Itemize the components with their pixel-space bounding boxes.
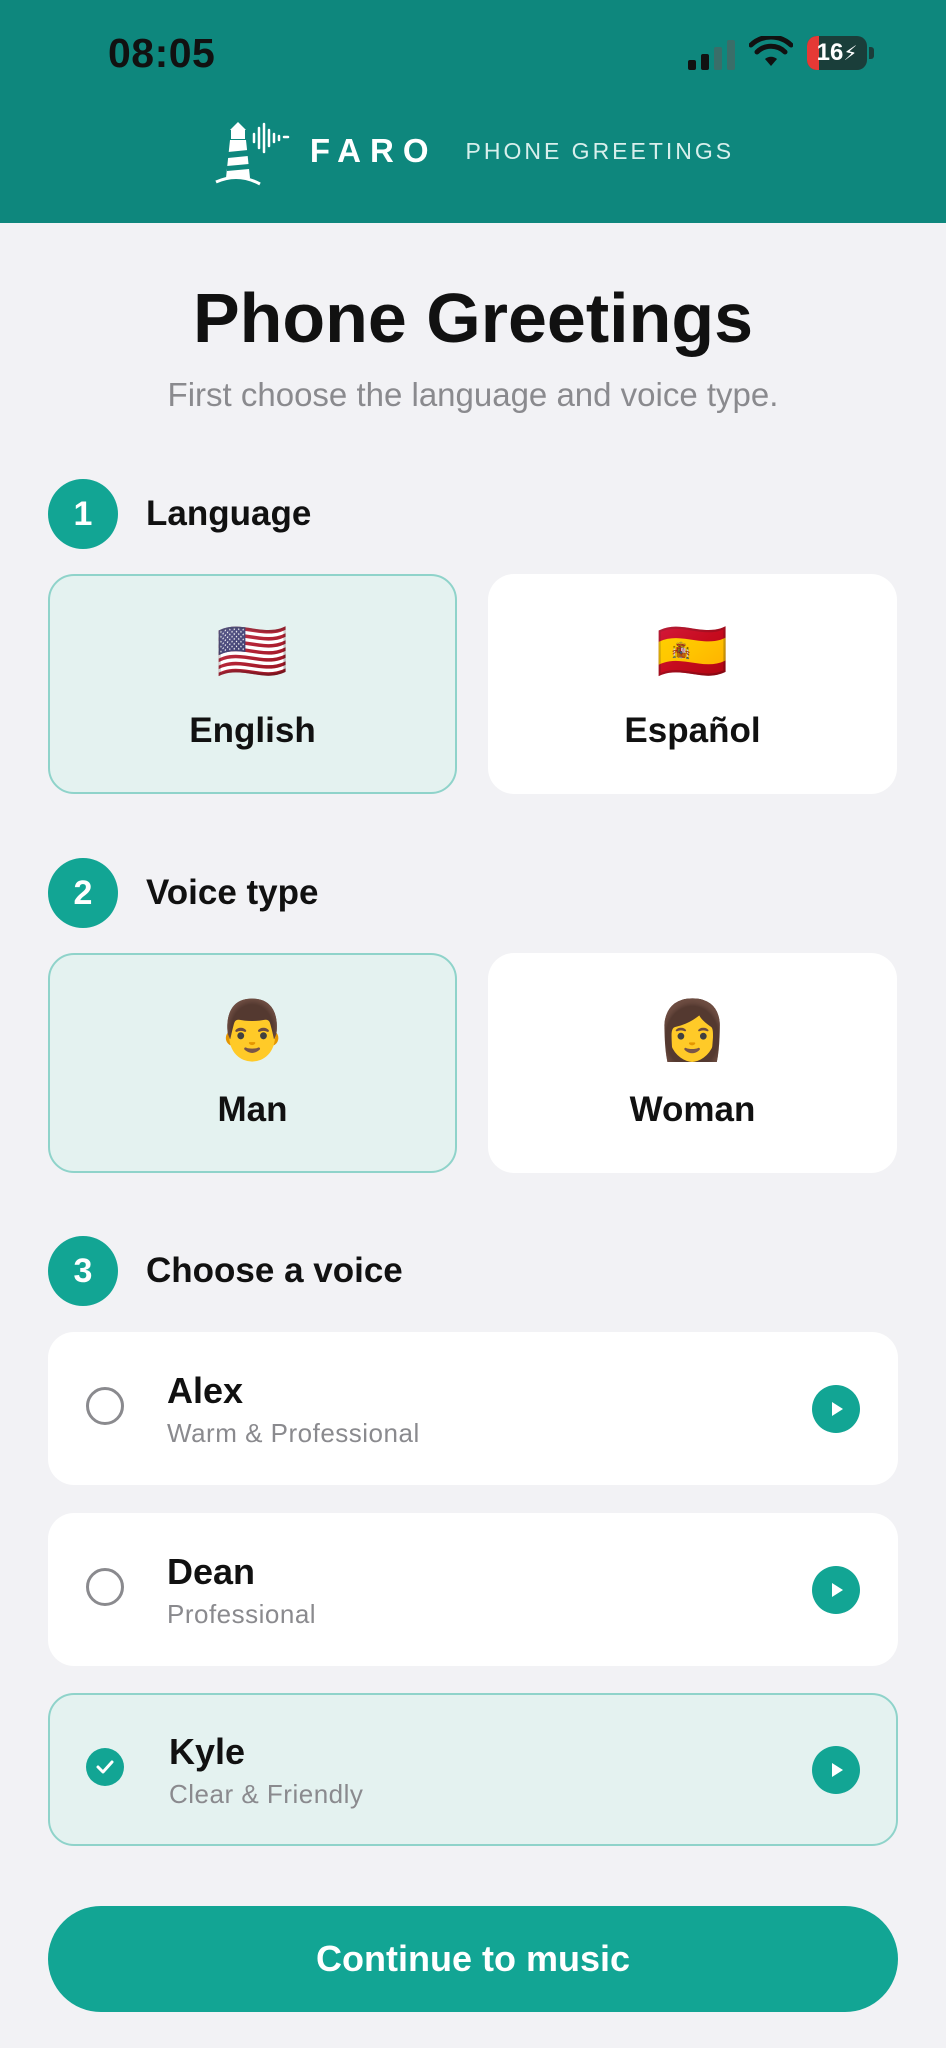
man-icon: 👨 [216, 998, 289, 1063]
us-flag-icon: 🇺🇸 [216, 619, 289, 684]
play-icon[interactable] [812, 1385, 860, 1433]
option-label: Man [217, 1090, 288, 1129]
app-header: 08:05 16 ⚡ FARO PHONE GREETINGS [0, 0, 946, 223]
step-number: 2 [48, 858, 118, 928]
step-number: 3 [48, 1236, 118, 1306]
spain-flag-icon: 🇪🇸 [656, 619, 729, 684]
voice-description: Clear & Friendly [169, 1779, 364, 1809]
brand-name: FARO [309, 132, 438, 169]
step-label: Choose a voice [146, 1251, 403, 1290]
voice-name: Dean [167, 1551, 256, 1592]
play-icon[interactable] [812, 1566, 860, 1614]
option-label: English [189, 711, 316, 750]
woman-icon: 👩 [656, 998, 729, 1063]
brand: FARO PHONE GREETINGS [0, 112, 946, 190]
step-voice-type: 2 Voice type [48, 858, 318, 928]
voice-option-alex[interactable]: Alex Warm & Professional [48, 1332, 898, 1485]
language-option-espanol[interactable]: 🇪🇸 Español [488, 574, 897, 794]
status-time: 08:05 [108, 30, 216, 76]
voice-description: Warm & Professional [167, 1418, 420, 1448]
continue-button[interactable]: Continue to music [48, 1906, 898, 2012]
voice-name: Kyle [169, 1731, 246, 1772]
option-label: Español [624, 711, 761, 750]
play-icon[interactable] [812, 1746, 860, 1794]
brand-subtitle: PHONE GREETINGS [465, 137, 735, 164]
lighthouse-logo-icon [215, 122, 290, 186]
voice-option-kyle[interactable]: Kyle Clear & Friendly [48, 1693, 898, 1846]
wifi-icon [749, 36, 793, 66]
voice-type-option-woman[interactable]: 👩 Woman [488, 953, 897, 1173]
step-number: 1 [48, 479, 118, 549]
voice-name: Alex [167, 1370, 244, 1411]
page-title: Phone Greetings [192, 279, 754, 357]
language-option-english[interactable]: 🇺🇸 English [48, 574, 457, 794]
page-subtitle: First choose the language and voice type… [167, 376, 779, 413]
voice-option-dean[interactable]: Dean Professional [48, 1513, 898, 1666]
radio-button[interactable] [86, 1568, 124, 1606]
battery-icon: 16 ⚡ [807, 36, 867, 70]
voice-description: Professional [167, 1599, 317, 1629]
step-label: Voice type [146, 873, 319, 912]
checkmark-icon [96, 1760, 114, 1774]
step-language: 1 Language [48, 479, 311, 549]
step-choose-voice: 3 Choose a voice [48, 1236, 403, 1306]
radio-button[interactable] [86, 1387, 124, 1425]
radio-button-checked[interactable] [86, 1748, 124, 1786]
voice-type-option-man[interactable]: 👨 Man [48, 953, 457, 1173]
step-label: Language [146, 494, 312, 533]
option-label: Woman [629, 1090, 756, 1129]
status-icons: 16 ⚡ [688, 36, 874, 70]
cellular-signal-icon [688, 36, 735, 70]
